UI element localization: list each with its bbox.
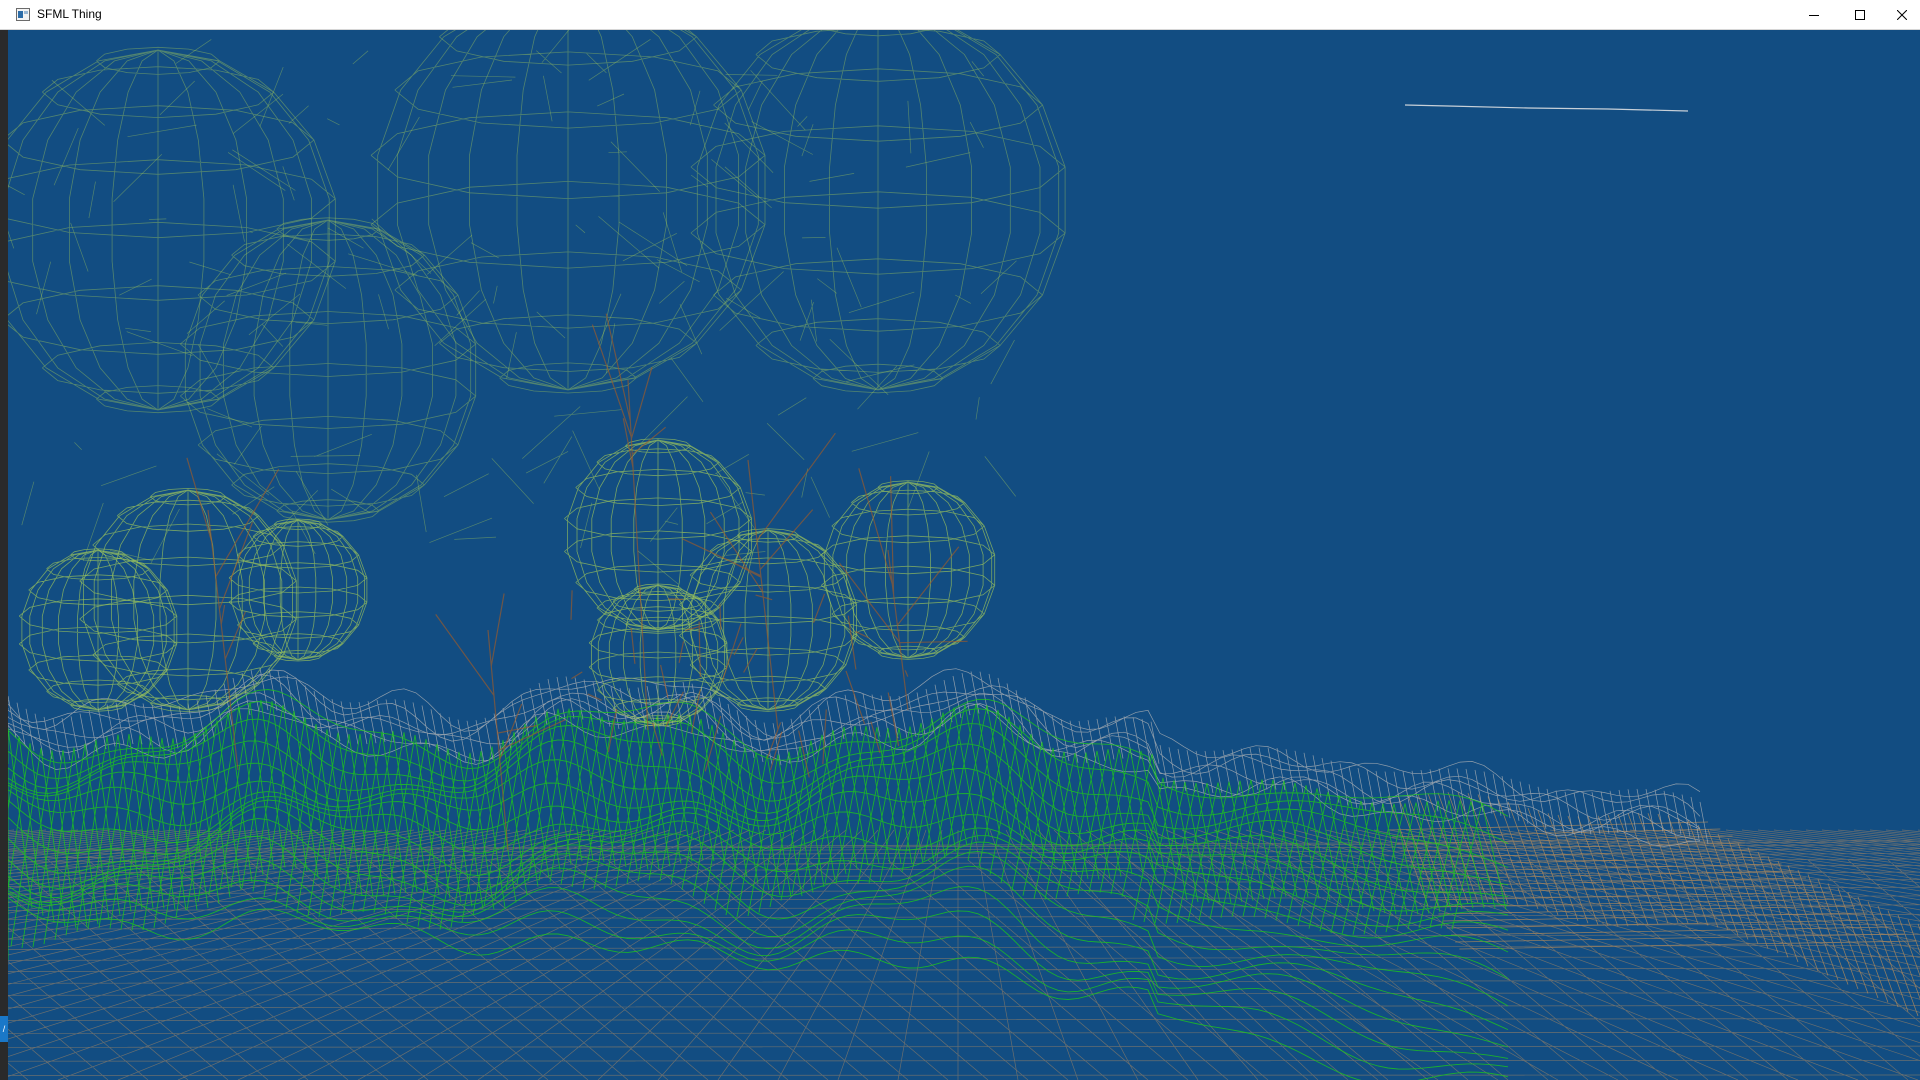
- window-title: SFML Thing: [37, 7, 102, 21]
- render-viewport: [8, 30, 1920, 1080]
- application-window: SFML Thing /: [0, 0, 1920, 1080]
- minimize-icon: [1809, 14, 1819, 16]
- close-button[interactable]: [1883, 0, 1920, 29]
- close-icon: [1896, 9, 1907, 20]
- maximize-icon: [1855, 9, 1865, 20]
- background-window-edge: [0, 30, 8, 1080]
- maximize-button[interactable]: [1837, 0, 1883, 29]
- sfml-window-icon: [16, 8, 30, 21]
- title-bar[interactable]: SFML Thing: [0, 0, 1920, 30]
- sky-background: [8, 30, 1920, 1080]
- minimize-button[interactable]: [1791, 0, 1837, 29]
- background-taskbar-tab[interactable]: /: [0, 1016, 8, 1042]
